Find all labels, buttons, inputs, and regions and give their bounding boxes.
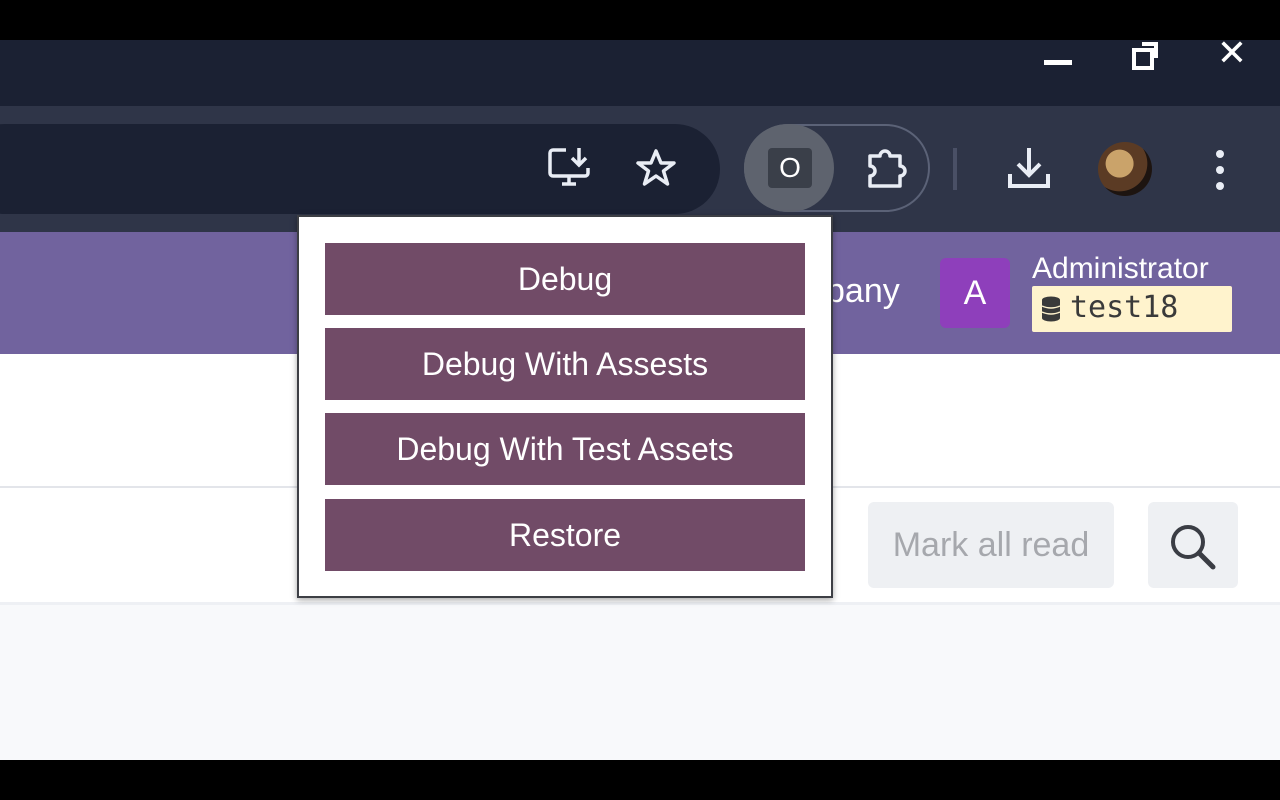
puzzle-extensions-icon[interactable]: [862, 144, 912, 192]
minimize-icon[interactable]: [1044, 60, 1074, 66]
user-avatar[interactable]: A: [940, 258, 1010, 328]
kebab-menu-icon[interactable]: [1214, 148, 1226, 192]
extension-popup: Debug Debug With Assests Debug With Test…: [297, 215, 833, 598]
screen-bottom-border: [0, 760, 1280, 800]
search-icon: [1171, 525, 1216, 570]
search-button[interactable]: [1148, 502, 1238, 588]
restore-window-icon[interactable]: [1128, 40, 1158, 70]
bookmark-star-icon[interactable]: [636, 148, 676, 188]
debug-with-test-assets-button[interactable]: Debug With Test Assets: [325, 413, 805, 485]
download-icon[interactable]: [1004, 144, 1054, 192]
debug-button[interactable]: Debug: [325, 243, 805, 315]
window-title-bar: [0, 40, 1280, 106]
close-icon[interactable]: ✕: [1212, 36, 1252, 72]
database-icon: [1041, 296, 1061, 322]
restore-button[interactable]: Restore: [325, 499, 805, 571]
user-name[interactable]: Administrator: [1032, 252, 1209, 286]
address-bar[interactable]: [0, 124, 720, 214]
profile-avatar[interactable]: [1098, 142, 1152, 196]
extension-o-icon[interactable]: O: [768, 148, 812, 188]
content-area: [0, 605, 1280, 760]
toolbar-divider: [953, 148, 957, 190]
database-name: test18: [1070, 290, 1179, 325]
debug-with-assets-button[interactable]: Debug With Assests: [325, 328, 805, 400]
company-switcher[interactable]: pany: [826, 272, 900, 311]
mark-all-read-button[interactable]: Mark all read: [868, 502, 1114, 588]
install-app-icon[interactable]: [548, 146, 594, 188]
